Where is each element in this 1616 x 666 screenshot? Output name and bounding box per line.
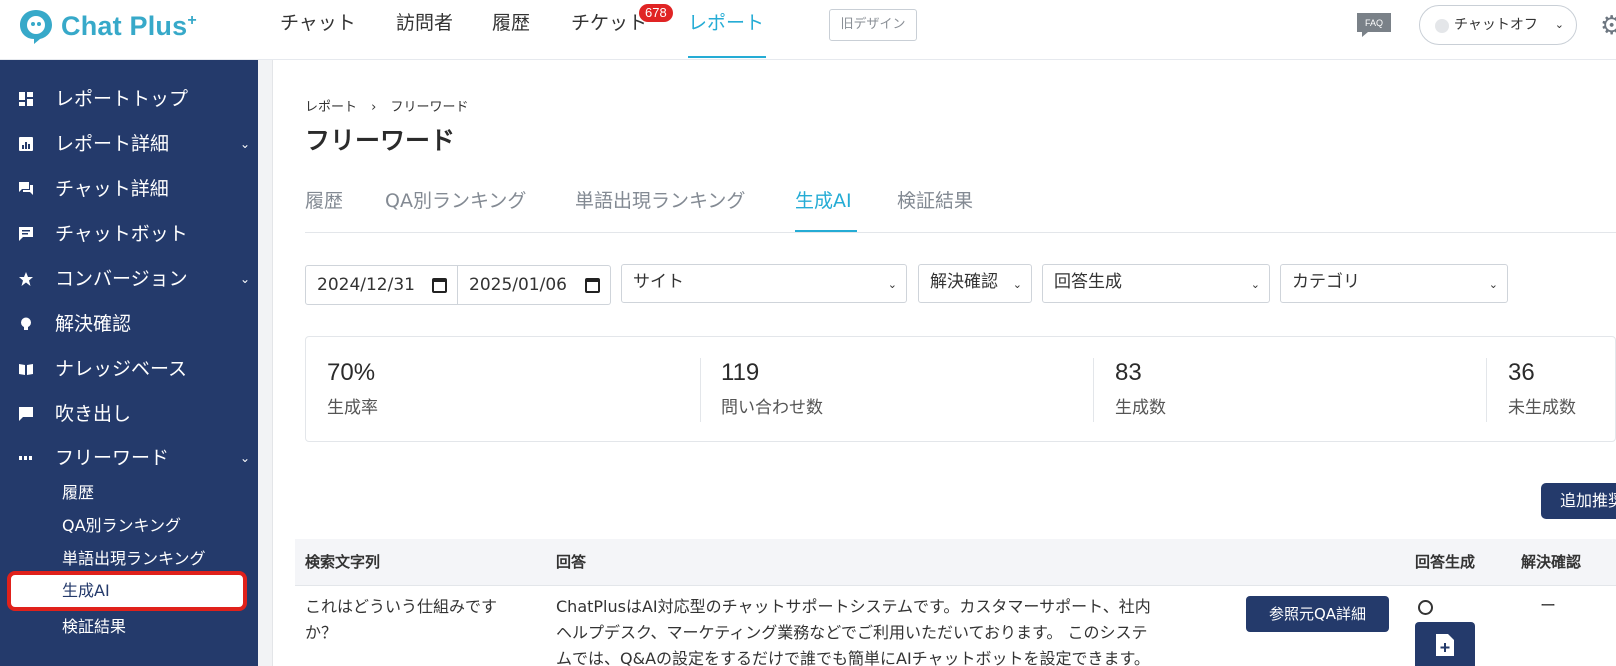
table-header: 検索文字列 回答 回答生成 解決確認 bbox=[295, 539, 1616, 585]
sidebar-item-report-detail[interactable]: レポート詳細 ⌄ bbox=[0, 129, 258, 159]
calendar-icon[interactable] bbox=[432, 278, 447, 293]
sidebar-scrollbar[interactable] bbox=[258, 60, 273, 666]
faq-icon[interactable]: FAQ bbox=[1356, 12, 1392, 38]
page-title: フリーワード bbox=[305, 126, 456, 155]
tab-history[interactable]: 履歴 bbox=[305, 186, 343, 232]
add-document-button[interactable] bbox=[1415, 622, 1475, 666]
chevron-down-icon: ⌄ bbox=[240, 137, 251, 151]
stats-panel: 70% 生成率 119 問い合わせ数 83 生成数 36 未生成数 bbox=[305, 336, 1616, 442]
answer-cell: ChatPlusはAI対応型のチャットサポートシステムです。カスタマーサポート、… bbox=[556, 597, 1151, 666]
breadcrumb-current: フリーワード bbox=[390, 100, 469, 115]
answer-generation-select[interactable]: 回答生成 ⌄ bbox=[1042, 264, 1270, 303]
sidebar-subitem-qa-ranking[interactable]: QA別ランキング bbox=[62, 513, 181, 539]
date-to-input[interactable]: 2025/01/06 bbox=[458, 265, 611, 305]
tab-divider bbox=[305, 232, 1616, 233]
app-logo[interactable]: Chat Plus+ bbox=[18, 6, 197, 46]
breadcrumb: レポート › フリーワード bbox=[305, 96, 469, 115]
speech-bubble-icon bbox=[19, 407, 33, 421]
status-dot-icon bbox=[1435, 19, 1449, 33]
gear-icon[interactable]: ⚙ bbox=[1600, 11, 1616, 41]
tab-verification[interactable]: 検証結果 bbox=[897, 186, 973, 232]
resolve-check-select[interactable]: 解決確認 ⌄ bbox=[918, 264, 1032, 303]
stat-divider bbox=[1093, 358, 1094, 422]
column-header-answer-generated[interactable]: 回答生成 bbox=[1415, 539, 1475, 585]
add-recommendation-button[interactable]: 追加推奨 bbox=[1541, 483, 1616, 519]
sidebar-item-conversion[interactable]: コンバージョン ⌄ bbox=[0, 264, 258, 294]
column-header-answer[interactable]: 回答 bbox=[556, 539, 586, 585]
chevron-down-icon: ⌄ bbox=[887, 278, 897, 291]
sidebar-item-chat-detail[interactable]: チャット詳細 bbox=[0, 174, 258, 204]
breadcrumb-parent-link[interactable]: レポート bbox=[305, 100, 357, 115]
abc-icon bbox=[19, 456, 32, 460]
nav-chat[interactable]: チャット bbox=[280, 10, 356, 58]
chat-status-dropdown[interactable]: チャットオフ ⌄ bbox=[1419, 5, 1577, 45]
site-select[interactable]: サイト ⌄ bbox=[621, 264, 907, 303]
stat-generated-count: 83 生成数 bbox=[1115, 359, 1166, 418]
date-from-input[interactable]: 2024/12/31 bbox=[305, 265, 458, 305]
tab-generative-ai[interactable]: 生成AI bbox=[795, 186, 857, 232]
tab-qa-ranking[interactable]: QA別ランキング bbox=[385, 186, 526, 232]
nav-report[interactable]: レポート bbox=[688, 10, 766, 58]
sidebar-subitem-generative-ai[interactable]: 生成AI bbox=[7, 571, 247, 611]
stat-ungenerated-count: 36 未生成数 bbox=[1508, 359, 1576, 418]
sidebar-subitem-label: 生成AI bbox=[62, 581, 110, 600]
sidebar-item-knowledge-base[interactable]: ナレッジベース bbox=[0, 354, 258, 384]
book-icon bbox=[19, 364, 33, 375]
chevron-down-icon: ⌄ bbox=[240, 451, 251, 465]
star-icon bbox=[19, 272, 33, 286]
nav-history[interactable]: 履歴 bbox=[492, 10, 530, 58]
logo-text: Chat Plus+ bbox=[61, 10, 197, 41]
dashboard-icon bbox=[19, 92, 33, 106]
faq-label: FAQ bbox=[1365, 18, 1383, 28]
old-design-button[interactable]: 旧デザイン bbox=[829, 9, 917, 41]
sidebar-subitem-word-ranking[interactable]: 単語出現ランキング bbox=[62, 546, 206, 572]
breadcrumb-separator: › bbox=[371, 100, 377, 115]
chevron-down-icon: ⌄ bbox=[1250, 278, 1260, 291]
chevron-down-icon: ⌄ bbox=[240, 272, 251, 286]
nav-tickets[interactable]: チケット 678 bbox=[571, 4, 673, 58]
ticket-count-badge: 678 bbox=[639, 4, 673, 22]
generated-circle-icon bbox=[1418, 600, 1433, 615]
sidebar-item-chatbot[interactable]: チャットボット bbox=[0, 219, 258, 249]
chevron-down-icon: ⌄ bbox=[1012, 278, 1022, 291]
sidebar-item-resolve-check[interactable]: 解決確認 bbox=[0, 309, 258, 339]
bulb-icon bbox=[21, 317, 31, 330]
sidebar-subitem-history[interactable]: 履歴 bbox=[62, 480, 94, 506]
query-cell: これはどういう仕組みです か？ bbox=[305, 597, 498, 642]
stat-divider bbox=[700, 358, 701, 422]
column-header-query[interactable]: 検索文字列 bbox=[305, 539, 380, 585]
chevron-down-icon: ⌄ bbox=[1488, 278, 1498, 291]
category-select[interactable]: カテゴリ ⌄ bbox=[1280, 264, 1508, 303]
chatplus-logo-icon bbox=[20, 10, 52, 44]
stat-inquiry-count: 119 問い合わせ数 bbox=[721, 359, 823, 418]
nav-visitors[interactable]: 訪問者 bbox=[396, 10, 453, 58]
table-row-divider bbox=[295, 585, 1616, 586]
column-header-resolve-check[interactable]: 解決確認 bbox=[1521, 539, 1581, 585]
sidebar-item-speech-bubble[interactable]: 吹き出し bbox=[0, 399, 258, 429]
sidebar-item-report-top[interactable]: レポートトップ bbox=[0, 84, 258, 114]
stat-divider bbox=[1486, 358, 1487, 422]
document-plus-icon bbox=[1436, 634, 1454, 656]
calendar-icon[interactable] bbox=[585, 278, 600, 293]
bot-message-icon bbox=[19, 227, 33, 241]
tab-word-ranking[interactable]: 単語出現ランキング bbox=[575, 186, 745, 232]
chat-status-label: チャットオフ bbox=[1454, 17, 1538, 33]
top-header: Chat Plus+ チャット 訪問者 履歴 チケット 678 レポート 旧デザ… bbox=[0, 0, 1616, 60]
sidebar-item-freeword[interactable]: フリーワード ⌄ bbox=[0, 443, 258, 473]
sidebar-subitem-verification[interactable]: 検証結果 bbox=[62, 614, 126, 640]
resolve-status: ー bbox=[1540, 596, 1557, 615]
stat-generation-rate: 70% 生成率 bbox=[327, 359, 378, 418]
chevron-down-icon: ⌄ bbox=[1554, 18, 1564, 31]
reference-qa-detail-button[interactable]: 参照元QA詳細 bbox=[1246, 596, 1389, 632]
chat-icon bbox=[19, 182, 33, 195]
report-icon bbox=[19, 137, 33, 151]
